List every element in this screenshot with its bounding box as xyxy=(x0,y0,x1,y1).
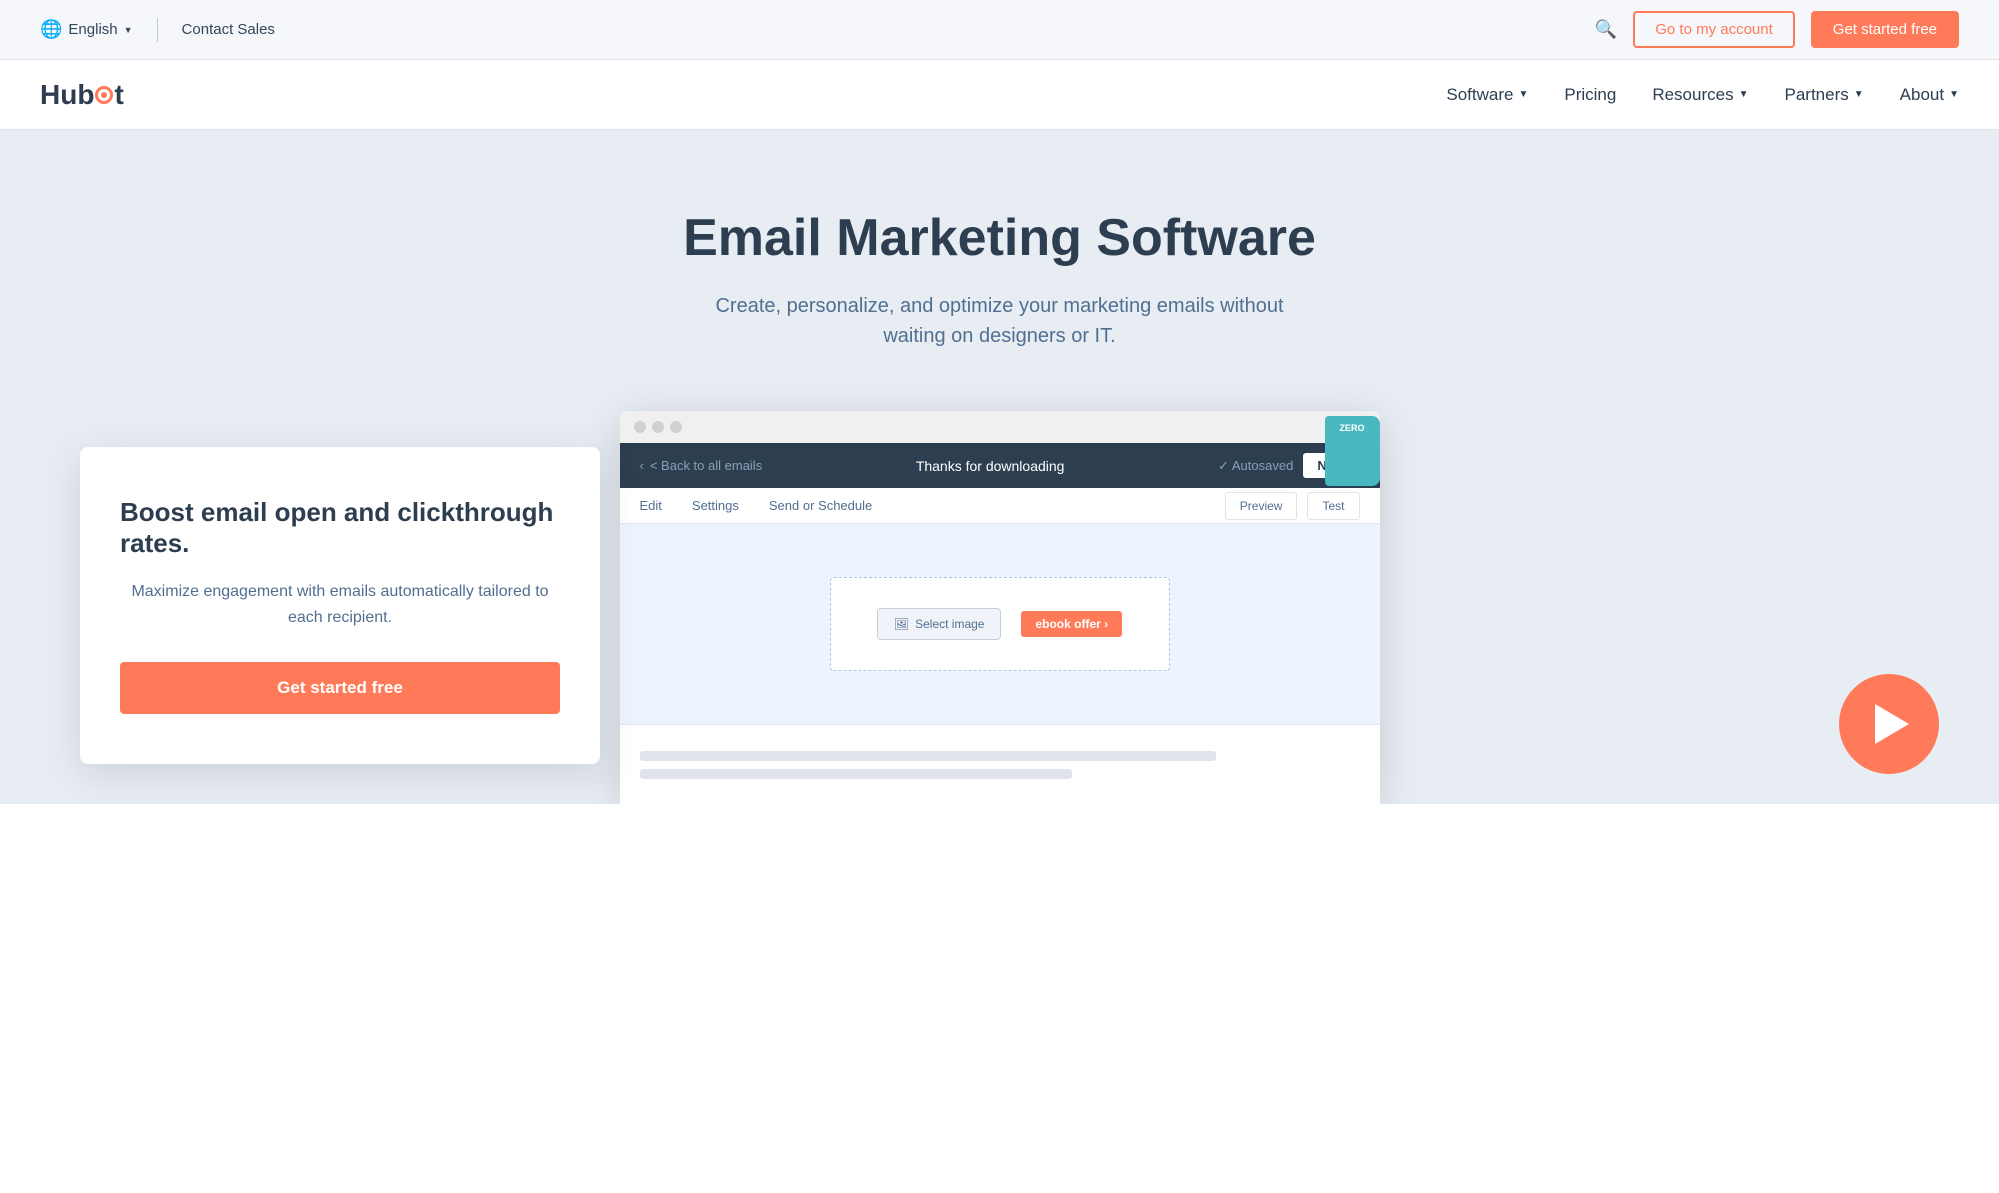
resources-chevron-icon: ▼ xyxy=(1739,89,1749,100)
nav-pricing-label: Pricing xyxy=(1564,85,1616,105)
email-subject: Thanks for downloading xyxy=(916,458,1065,474)
browser-dot-2 xyxy=(652,421,664,433)
card-text: Maximize engagement with emails automati… xyxy=(120,579,560,630)
book-label: ZERO xyxy=(1339,424,1364,434)
back-arrow-icon: ‹ xyxy=(640,458,644,473)
image-icon: 🖼 xyxy=(894,617,909,631)
top-bar: 🌐 English ▼ Contact Sales 🔍 Go to my acc… xyxy=(0,0,1999,60)
autosaved-label: ✓ Autosaved xyxy=(1218,458,1293,474)
chevron-down-icon: ▼ xyxy=(124,25,133,35)
nav-item-about[interactable]: About ▼ xyxy=(1900,85,1959,105)
logo-ot: t xyxy=(114,79,123,111)
nav-item-software[interactable]: Software ▼ xyxy=(1446,85,1528,105)
select-image-btn[interactable]: 🖼 Select image xyxy=(877,608,1002,640)
browser-dot-1 xyxy=(634,421,646,433)
test-button[interactable]: Test xyxy=(1307,492,1359,520)
nav-partners-label: Partners xyxy=(1785,85,1849,105)
card-cta-button[interactable]: Get started free xyxy=(120,662,560,714)
hero-section: Email Marketing Software Create, persona… xyxy=(0,130,1999,804)
logo[interactable]: Hubt xyxy=(40,79,124,111)
logo-hub: Hub xyxy=(40,79,94,111)
divider xyxy=(157,18,158,42)
select-image-label: Select image xyxy=(915,617,984,631)
back-to-emails[interactable]: ‹ < Back to all emails xyxy=(640,458,763,473)
about-chevron-icon: ▼ xyxy=(1949,89,1959,100)
main-nav: Hubt Software ▼ Pricing Resources ▼ Part… xyxy=(0,60,1999,130)
top-bar-left: 🌐 English ▼ Contact Sales xyxy=(40,18,275,42)
browser-toolbar: ‹ < Back to all emails Thanks for downlo… xyxy=(620,443,1380,488)
text-lines xyxy=(640,751,1360,779)
email-content-block: 🖼 Select image ZERO ebook offer › xyxy=(830,577,1170,671)
book-image: ZERO xyxy=(1325,416,1380,486)
nav-items: Software ▼ Pricing Resources ▼ Partners … xyxy=(1446,85,1959,105)
tab-edit[interactable]: Edit xyxy=(640,488,662,523)
top-bar-right: 🔍 Go to my account Get started free xyxy=(1595,11,1959,48)
browser-dot-3 xyxy=(670,421,682,433)
get-started-button[interactable]: Get started free xyxy=(1811,11,1959,48)
search-icon: 🔍 xyxy=(1595,19,1617,39)
contact-sales-link[interactable]: Contact Sales xyxy=(182,21,275,38)
nav-resources-label: Resources xyxy=(1652,85,1733,105)
tabs-left: Edit Settings Send or Schedule xyxy=(640,488,873,523)
tabs-right: Preview Test xyxy=(1225,492,1360,520)
hero-title: Email Marketing Software xyxy=(40,210,1959,267)
tabs-bar: Edit Settings Send or Schedule Preview T… xyxy=(620,488,1380,524)
card-title: Boost email open and clickthrough rates. xyxy=(120,497,560,559)
partners-chevron-icon: ▼ xyxy=(1854,89,1864,100)
language-selector[interactable]: 🌐 English ▼ xyxy=(40,19,133,40)
text-line-1 xyxy=(640,751,1216,761)
go-to-account-button[interactable]: Go to my account xyxy=(1633,11,1795,48)
text-line-2 xyxy=(640,769,1072,779)
tab-send[interactable]: Send or Schedule xyxy=(769,488,872,523)
browser-chrome xyxy=(620,411,1380,443)
play-triangle-icon xyxy=(1875,704,1909,744)
back-label: < Back to all emails xyxy=(650,458,762,473)
email-canvas: 🖼 Select image ZERO ebook offer › xyxy=(620,524,1380,724)
language-label: English xyxy=(68,21,117,38)
browser-mockup: ‹ < Back to all emails Thanks for downlo… xyxy=(620,411,1380,804)
search-button[interactable]: 🔍 xyxy=(1595,19,1617,40)
play-button[interactable] xyxy=(1839,674,1939,774)
nav-item-resources[interactable]: Resources ▼ xyxy=(1652,85,1748,105)
nav-software-label: Software xyxy=(1446,85,1513,105)
nav-item-partners[interactable]: Partners ▼ xyxy=(1785,85,1864,105)
email-bottom-block xyxy=(620,724,1380,804)
ebook-cta-button[interactable]: ebook offer › xyxy=(1021,611,1122,637)
tab-settings[interactable]: Settings xyxy=(692,488,739,523)
preview-button[interactable]: Preview xyxy=(1225,492,1298,520)
floating-card: Boost email open and clickthrough rates.… xyxy=(80,447,600,765)
software-chevron-icon: ▼ xyxy=(1518,89,1528,100)
logo-ring xyxy=(95,86,113,104)
nav-item-pricing[interactable]: Pricing xyxy=(1564,85,1616,105)
hero-subtitle: Create, personalize, and optimize your m… xyxy=(690,291,1310,351)
nav-about-label: About xyxy=(1900,85,1944,105)
globe-icon: 🌐 xyxy=(40,19,62,40)
